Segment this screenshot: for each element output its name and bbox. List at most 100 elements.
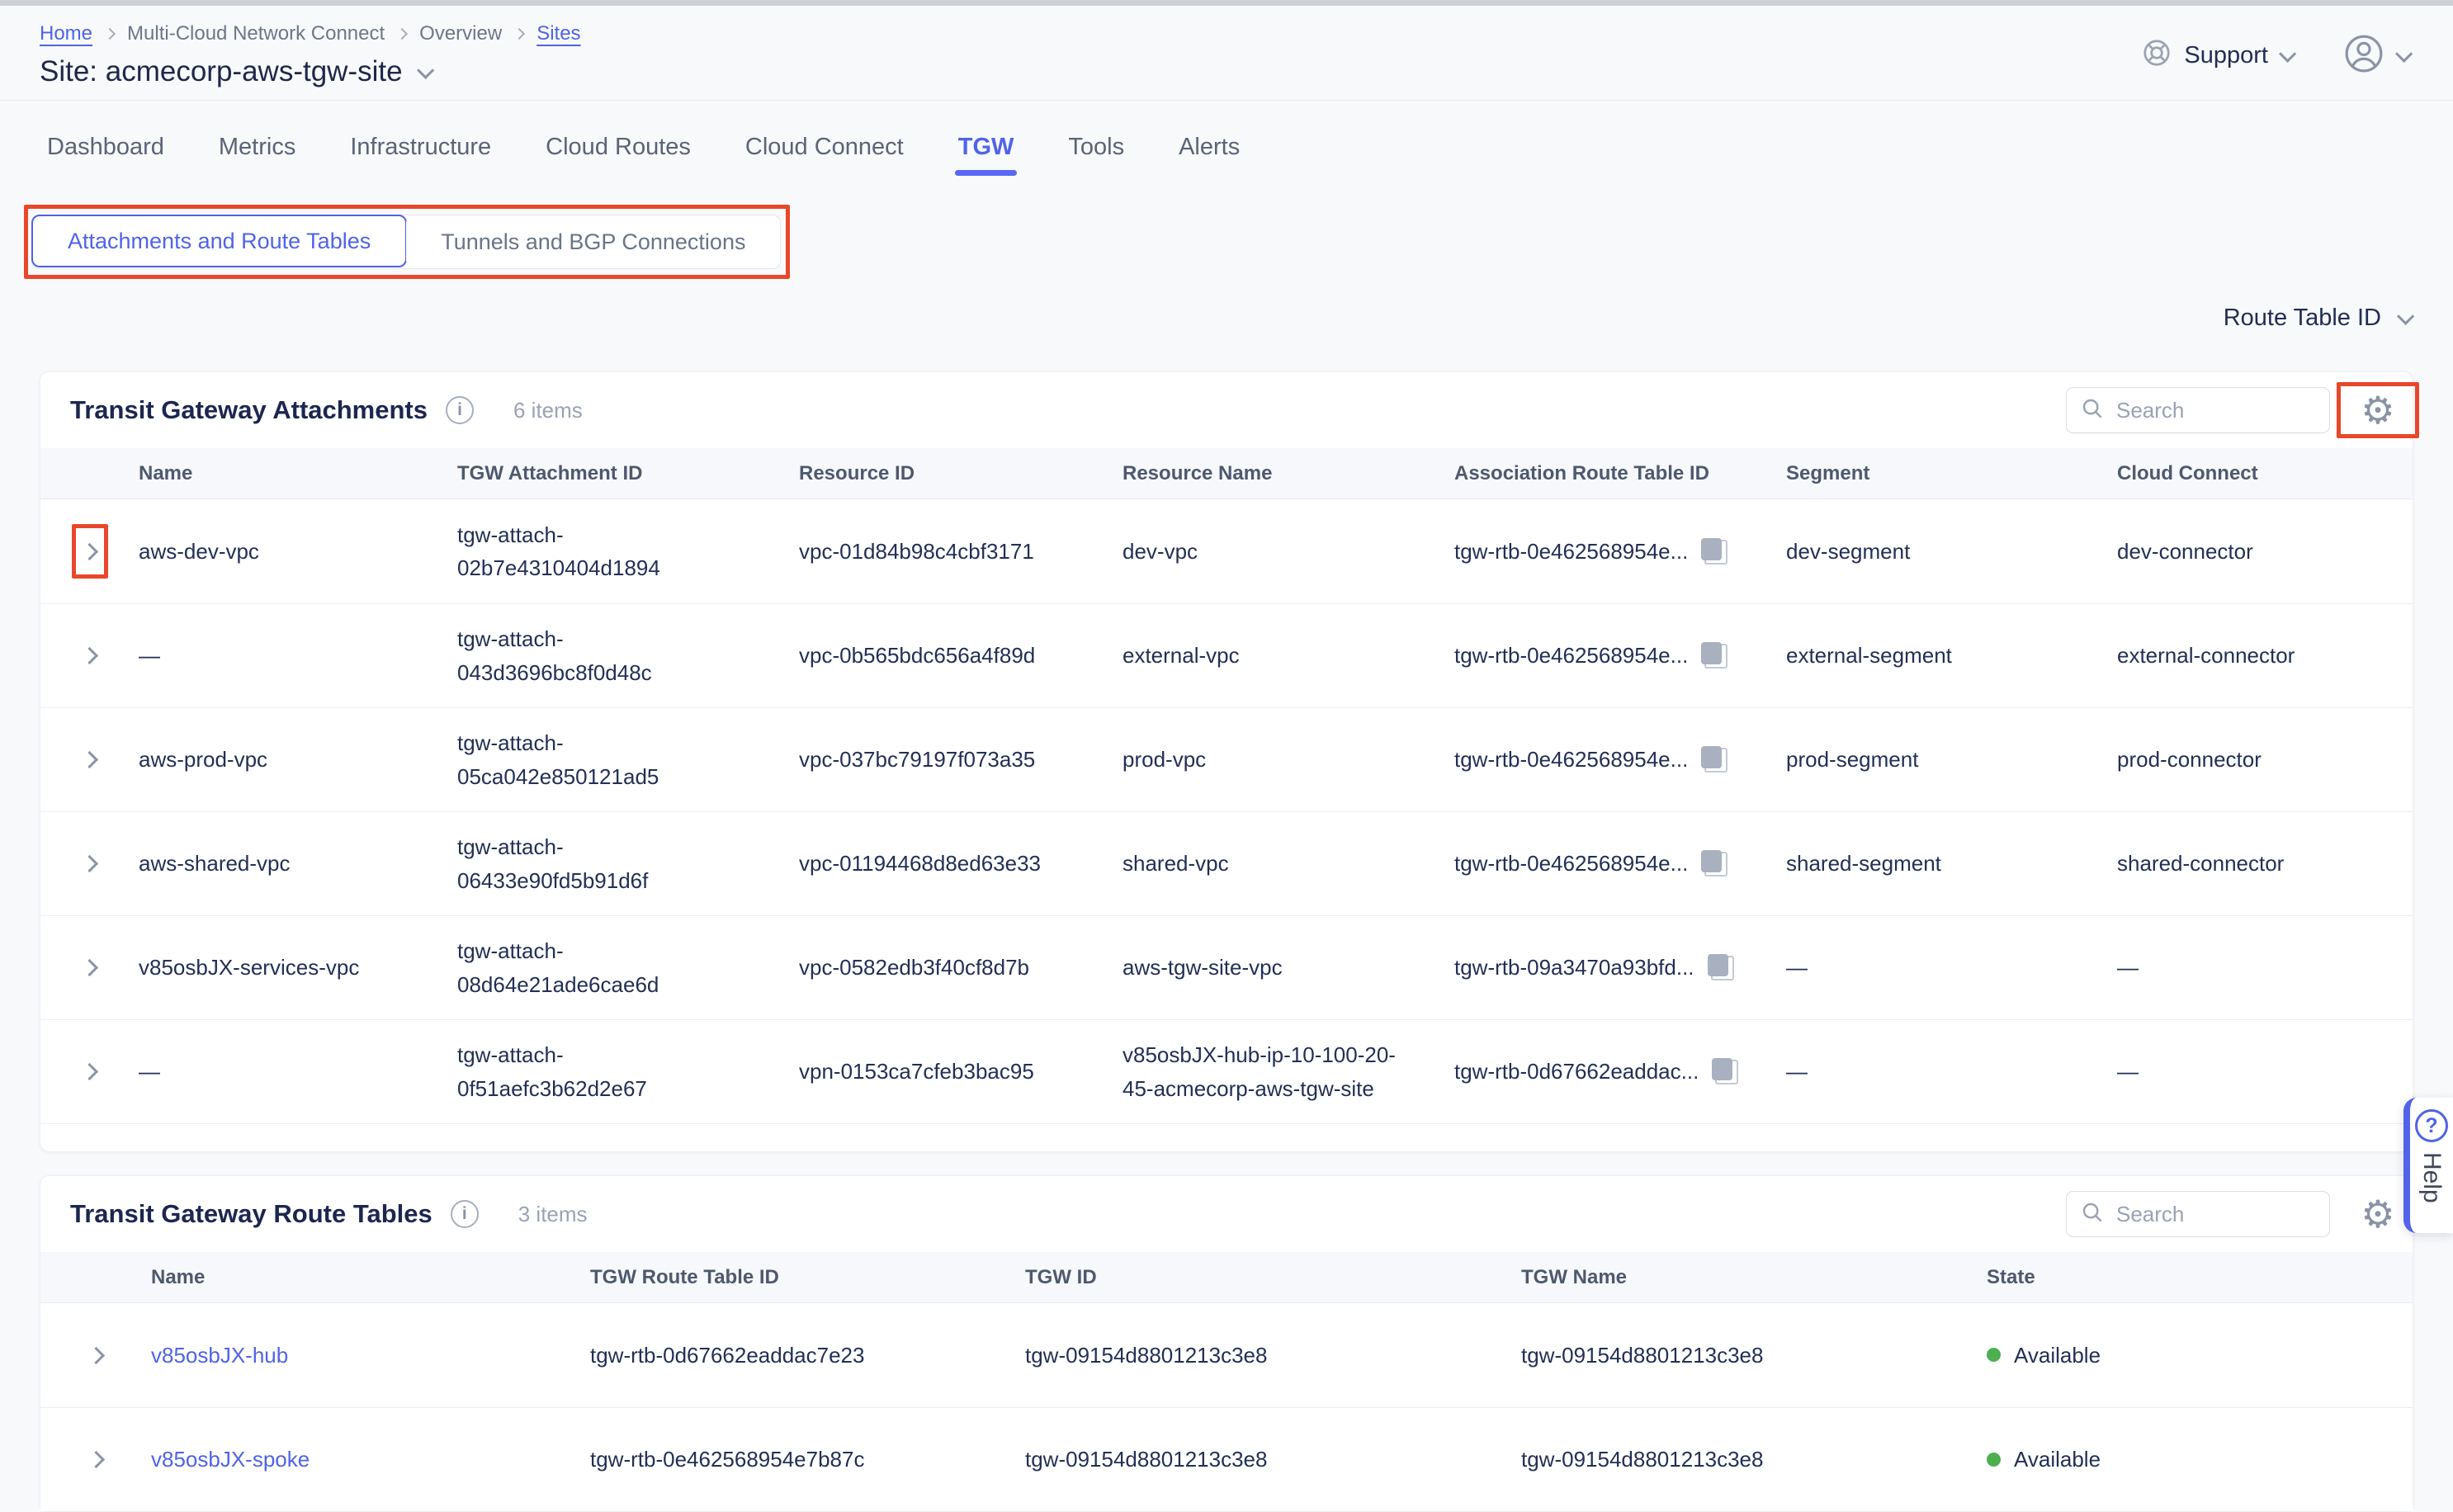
- chevron-right-icon: [81, 1063, 98, 1080]
- column-header-name: Name: [139, 458, 457, 489]
- tab-dashboard[interactable]: Dashboard: [44, 119, 168, 176]
- copy-icon[interactable]: [1701, 744, 1727, 774]
- support-chevron-icon: [2279, 45, 2296, 63]
- cell-segment: external-segment: [1786, 639, 2117, 672]
- subtab-attachments-and-route-tables[interactable]: Attachments and Route Tables: [31, 215, 407, 267]
- cell-tgw-id: tgw-09154d8801213c3e8: [1025, 1443, 1521, 1476]
- route-table-id-chevron-icon: [2397, 307, 2414, 324]
- copy-icon[interactable]: [1701, 536, 1727, 566]
- row-expand-chevron[interactable]: [72, 941, 108, 995]
- cell-association-route-table-id: tgw-rtb-0e462568954e...: [1454, 535, 1786, 568]
- route-tables-search-input[interactable]: [2116, 1202, 2316, 1227]
- breadcrumb-overview[interactable]: Overview: [419, 22, 502, 45]
- info-icon[interactable]: i: [451, 1200, 479, 1228]
- row-expand-chevron[interactable]: [72, 524, 108, 579]
- cell-cloud-connect: —: [2117, 951, 2413, 984]
- user-menu[interactable]: [2343, 33, 2408, 78]
- attachments-settings-button[interactable]: ⚙: [2340, 385, 2416, 435]
- breadcrumb-home[interactable]: Home: [40, 22, 92, 45]
- column-header-cloud-connect: Cloud Connect: [2117, 458, 2413, 489]
- cell-tgw-attachment-id: tgw-attach-0f51aefc3b62d2e67: [457, 1038, 799, 1105]
- tab-metrics[interactable]: Metrics: [215, 119, 299, 176]
- cell-tgw-attachment-id: tgw-attach-06433e90fd5b91d6f: [457, 830, 799, 897]
- column-header-tgw-name: TGW Name: [1521, 1262, 1987, 1292]
- cell-association-route-table-id: tgw-rtb-09a3470a93bfd...: [1454, 951, 1786, 984]
- cell-cloud-connect: prod-connector: [2117, 743, 2413, 776]
- cell-name: aws-dev-vpc: [139, 535, 457, 568]
- cell-tgw-id: tgw-09154d8801213c3e8: [1025, 1339, 1521, 1372]
- help-tab[interactable]: ? Help: [2403, 1098, 2453, 1233]
- cell-tgw-attachment-id: tgw-attach-08d64e21ade6cae6d: [457, 934, 799, 1001]
- support-menu[interactable]: Support: [2141, 37, 2292, 75]
- cell-tgw-route-table-id: tgw-rtb-0e462568954e7b87c: [590, 1443, 1025, 1476]
- attachments-search-input[interactable]: [2116, 398, 2316, 423]
- cell-association-route-table-id: tgw-rtb-0d67662eaddac...: [1454, 1055, 1786, 1088]
- subtab-wrap: Attachments and Route Tables Tunnels and…: [31, 215, 781, 269]
- breadcrumb-separator-icon: [513, 28, 525, 40]
- breadcrumb: Home Multi-Cloud Network Connect Overvie…: [40, 22, 2413, 45]
- tab-cloud-connect[interactable]: Cloud Connect: [742, 119, 907, 176]
- cell-resource-name: v85osbJX-hub-ip-10-100-20-45-acmecorp-aw…: [1123, 1038, 1454, 1105]
- row-expand-chevron[interactable]: [78, 1328, 114, 1382]
- gear-icon: ⚙: [2361, 391, 2394, 429]
- subtab-tunnels-and-bgp-connections[interactable]: Tunnels and BGP Connections: [406, 215, 780, 268]
- route-table-id-dropdown[interactable]: Route Table ID: [2224, 300, 2410, 335]
- attachments-title: Transit Gateway Attachments: [70, 395, 428, 425]
- copy-icon[interactable]: [1708, 952, 1734, 982]
- route-tables-table-header: Name TGW Route Table ID TGW ID TGW Name …: [40, 1252, 2413, 1303]
- breadcrumb-mcn-connect[interactable]: Multi-Cloud Network Connect: [127, 22, 385, 45]
- tab-tools[interactable]: Tools: [1065, 119, 1127, 176]
- window-top-edge: [0, 0, 2453, 6]
- cell-resource-name: shared-vpc: [1123, 847, 1454, 880]
- cell-name-link[interactable]: v85osbJX-hub: [151, 1339, 590, 1372]
- column-header-tgw-attachment-id: TGW Attachment ID: [457, 458, 799, 489]
- cell-tgw-attachment-id: tgw-attach-043d3696bc8f0d48c: [457, 622, 799, 689]
- tab-infrastructure[interactable]: Infrastructure: [347, 119, 494, 176]
- info-icon[interactable]: i: [446, 396, 474, 424]
- cell-resource-id: vpn-0153ca7cfeb3bac95: [799, 1055, 1123, 1088]
- status-available-dot: [1987, 1348, 2001, 1362]
- cell-tgw-name: tgw-09154d8801213c3e8: [1521, 1339, 1987, 1372]
- row-expand-chevron[interactable]: [72, 1045, 108, 1099]
- row-expand-chevron[interactable]: [78, 1433, 114, 1487]
- cell-resource-id: vpc-01d84b98c4cbf3171: [799, 535, 1123, 568]
- tab-alerts[interactable]: Alerts: [1175, 119, 1243, 176]
- row-expand-chevron[interactable]: [72, 733, 108, 787]
- cell-cloud-connect: external-connector: [2117, 639, 2413, 672]
- chevron-right-icon: [81, 542, 98, 560]
- table-row: aws-prod-vpc tgw-attach-05ca042e850121ad…: [40, 707, 2413, 811]
- cell-name: aws-shared-vpc: [139, 847, 457, 880]
- search-icon: [2080, 396, 2105, 425]
- cell-segment: prod-segment: [1786, 743, 2117, 776]
- cell-tgw-attachment-id: tgw-attach-02b7e4310404d1894: [457, 518, 799, 585]
- cell-state: Available: [1987, 1339, 2413, 1372]
- breadcrumb-separator-icon: [396, 28, 408, 40]
- tab-cloud-routes[interactable]: Cloud Routes: [542, 119, 694, 176]
- cell-name-link[interactable]: v85osbJX-spoke: [151, 1443, 590, 1476]
- cell-name: —: [139, 1055, 457, 1088]
- cell-resource-id: vpc-037bc79197f073a35: [799, 743, 1123, 776]
- copy-icon[interactable]: [1701, 640, 1727, 670]
- page-title: Site: acmecorp-aws-tgw-site: [40, 55, 403, 88]
- column-header-resource-id: Resource ID: [799, 458, 1123, 489]
- copy-icon[interactable]: [1712, 1056, 1738, 1086]
- avatar-icon: [2343, 33, 2384, 78]
- cell-resource-name: external-vpc: [1123, 639, 1454, 672]
- cell-resource-name: aws-tgw-site-vpc: [1123, 951, 1454, 984]
- row-expand-chevron[interactable]: [72, 629, 108, 683]
- cell-name: —: [139, 639, 457, 672]
- site-dropdown-chevron-icon[interactable]: [417, 61, 434, 78]
- table-row: v85osbJX-services-vpc tgw-attach-08d64e2…: [40, 915, 2413, 1019]
- chevron-right-icon: [81, 751, 98, 768]
- lifebuoy-icon: [2141, 37, 2172, 75]
- card-footer: [40, 1123, 2413, 1151]
- cell-association-route-table-id: tgw-rtb-0e462568954e...: [1454, 639, 1786, 672]
- breadcrumb-sites[interactable]: Sites: [536, 22, 580, 45]
- row-expand-chevron[interactable]: [72, 837, 108, 891]
- tab-tgw[interactable]: TGW: [955, 119, 1018, 176]
- table-row: aws-dev-vpc tgw-attach-02b7e4310404d1894…: [40, 499, 2413, 603]
- attachments-card: Transit Gateway Attachments i 6 items ⚙ …: [40, 371, 2413, 1152]
- chevron-right-icon: [81, 959, 98, 976]
- cell-segment: dev-segment: [1786, 535, 2117, 568]
- copy-icon[interactable]: [1701, 848, 1727, 878]
